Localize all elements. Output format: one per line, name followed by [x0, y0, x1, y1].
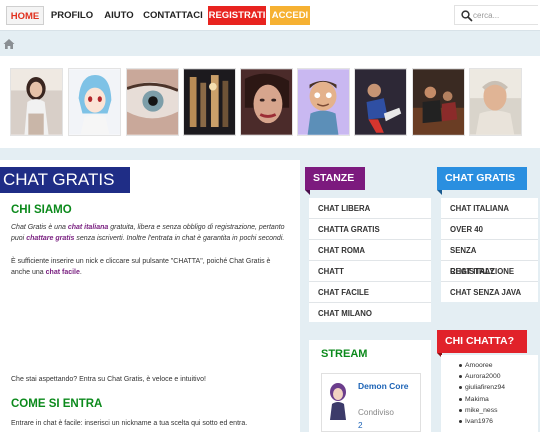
chi-siamo-text: senza iscriverti. Inoltre l'entrata in c…: [74, 234, 285, 242]
stanza-item-chatt[interactable]: CHATT: [309, 261, 431, 282]
user-photo-thumbnail[interactable]: [469, 68, 522, 136]
stream-avatar[interactable]: [327, 380, 349, 420]
stream-card[interactable]: Demon Core Condiviso 2: [321, 373, 421, 432]
search-icon[interactable]: [460, 9, 474, 23]
user-photo-thumbnail[interactable]: [354, 68, 407, 136]
nav-home-button[interactable]: HOME: [6, 6, 44, 25]
chi-siamo-paragraph-2: È sufficiente inserire un nick e cliccar…: [11, 257, 291, 278]
chat-link-senza-registrazione[interactable]: SENZA REGISTRAZIONE: [441, 240, 538, 276]
stream-user-name[interactable]: Demon Core: [358, 380, 416, 392]
user-photo-thumbnail[interactable]: [68, 68, 121, 136]
stanza-item-chat-facile[interactable]: CHAT FACILE: [309, 282, 431, 303]
come-si-entra-text: Entrare in chat è facile: inserisci un n…: [11, 420, 248, 427]
home-icon[interactable]: [3, 38, 15, 50]
stanza-item-chatta-gratis[interactable]: CHATTA GRATIS: [309, 219, 431, 240]
chat-link-italy[interactable]: CHAT ITALY: [441, 261, 538, 282]
online-user[interactable]: mike_ness: [441, 405, 538, 416]
registrati-button[interactable]: REGISTRATI: [208, 6, 266, 25]
chi-siamo-paragraph: Chat Gratis è una chat italiana gratuita…: [11, 223, 291, 244]
stanza-item-chat-libera[interactable]: CHAT LIBERA: [309, 198, 431, 219]
stanza-item-chat-roma[interactable]: CHAT ROMA: [309, 240, 431, 261]
chat-gratis-sidebar-list: CHAT ITALIANA OVER 40 SENZA REGISTRAZION…: [441, 198, 538, 302]
user-photo-thumbnail[interactable]: [10, 68, 63, 136]
nav-contattaci-button[interactable]: CONTATTACI: [142, 6, 204, 25]
stanze-list: CHAT LIBERA CHATTA GRATIS CHAT ROMA CHAT…: [309, 198, 431, 322]
user-photo-thumbnail[interactable]: [412, 68, 465, 136]
main-content-panel: [0, 160, 300, 432]
stream-share-info: Condiviso 2: [358, 406, 394, 432]
chi-siamo-text: .: [79, 268, 82, 276]
search-box: [454, 5, 538, 25]
chat-italiana-link[interactable]: chat italiana: [68, 224, 108, 231]
chattare-gratis-link[interactable]: chattare gratis: [26, 235, 74, 242]
online-user[interactable]: Makima: [441, 394, 538, 405]
user-photo-thumbnail[interactable]: [126, 68, 179, 136]
online-users-list: Amooree Aurora2000 giuliafirenz94 Makima…: [441, 355, 538, 432]
stream-heading: STREAM: [321, 348, 368, 360]
ribbon-fold: [437, 190, 442, 195]
ribbon-fold: [305, 190, 310, 195]
chat-link-senza-java[interactable]: CHAT SENZA JAVA: [441, 282, 538, 303]
user-photo-thumbnail[interactable]: [240, 68, 293, 136]
top-navigation-bar: HOME PROFILO AIUTO CONTATTACI REGISTRATI…: [0, 0, 540, 31]
chi-siamo-text: Chat Gratis è una: [11, 224, 68, 231]
page-title: CHAT GRATIS: [0, 167, 130, 193]
chi-chatta-heading: CHI CHATTA?: [437, 330, 527, 353]
search-input[interactable]: [473, 8, 535, 23]
nav-profilo-button[interactable]: PROFILO: [48, 6, 96, 25]
online-user[interactable]: Ivan1976: [441, 416, 538, 427]
accedi-button[interactable]: ACCEDI: [270, 6, 310, 25]
chat-link-italiana[interactable]: CHAT ITALIANA: [441, 198, 538, 219]
chat-link-over-40[interactable]: OVER 40: [441, 219, 538, 240]
come-si-entra-heading: COME SI ENTRA: [11, 398, 103, 410]
user-photo-thumbnail[interactable]: [297, 68, 350, 136]
stanza-item-chat-milano[interactable]: CHAT MILANO: [309, 303, 431, 324]
chi-siamo-heading: CHI SIAMO: [11, 204, 72, 216]
stream-panel: STREAM Demon Core Condiviso 2: [309, 340, 431, 432]
online-user[interactable]: giuliafirenz94: [441, 382, 538, 393]
stream-share-label: Condiviso: [358, 408, 394, 417]
nav-aiuto-button[interactable]: AIUTO: [101, 6, 137, 25]
chat-facile-link[interactable]: chat facile: [46, 269, 80, 276]
call-to-action-text: Che stai aspettando? Entra su Chat Grati…: [11, 376, 206, 383]
online-user[interactable]: Aurora2000: [441, 371, 538, 382]
user-photo-thumbnail[interactable]: [183, 68, 236, 136]
stanze-heading: STANZE: [305, 167, 365, 190]
stream-share-count: 2: [358, 421, 363, 430]
online-user[interactable]: Amooree: [441, 360, 538, 371]
chat-gratis-sidebar-heading: CHAT GRATIS: [437, 167, 527, 190]
